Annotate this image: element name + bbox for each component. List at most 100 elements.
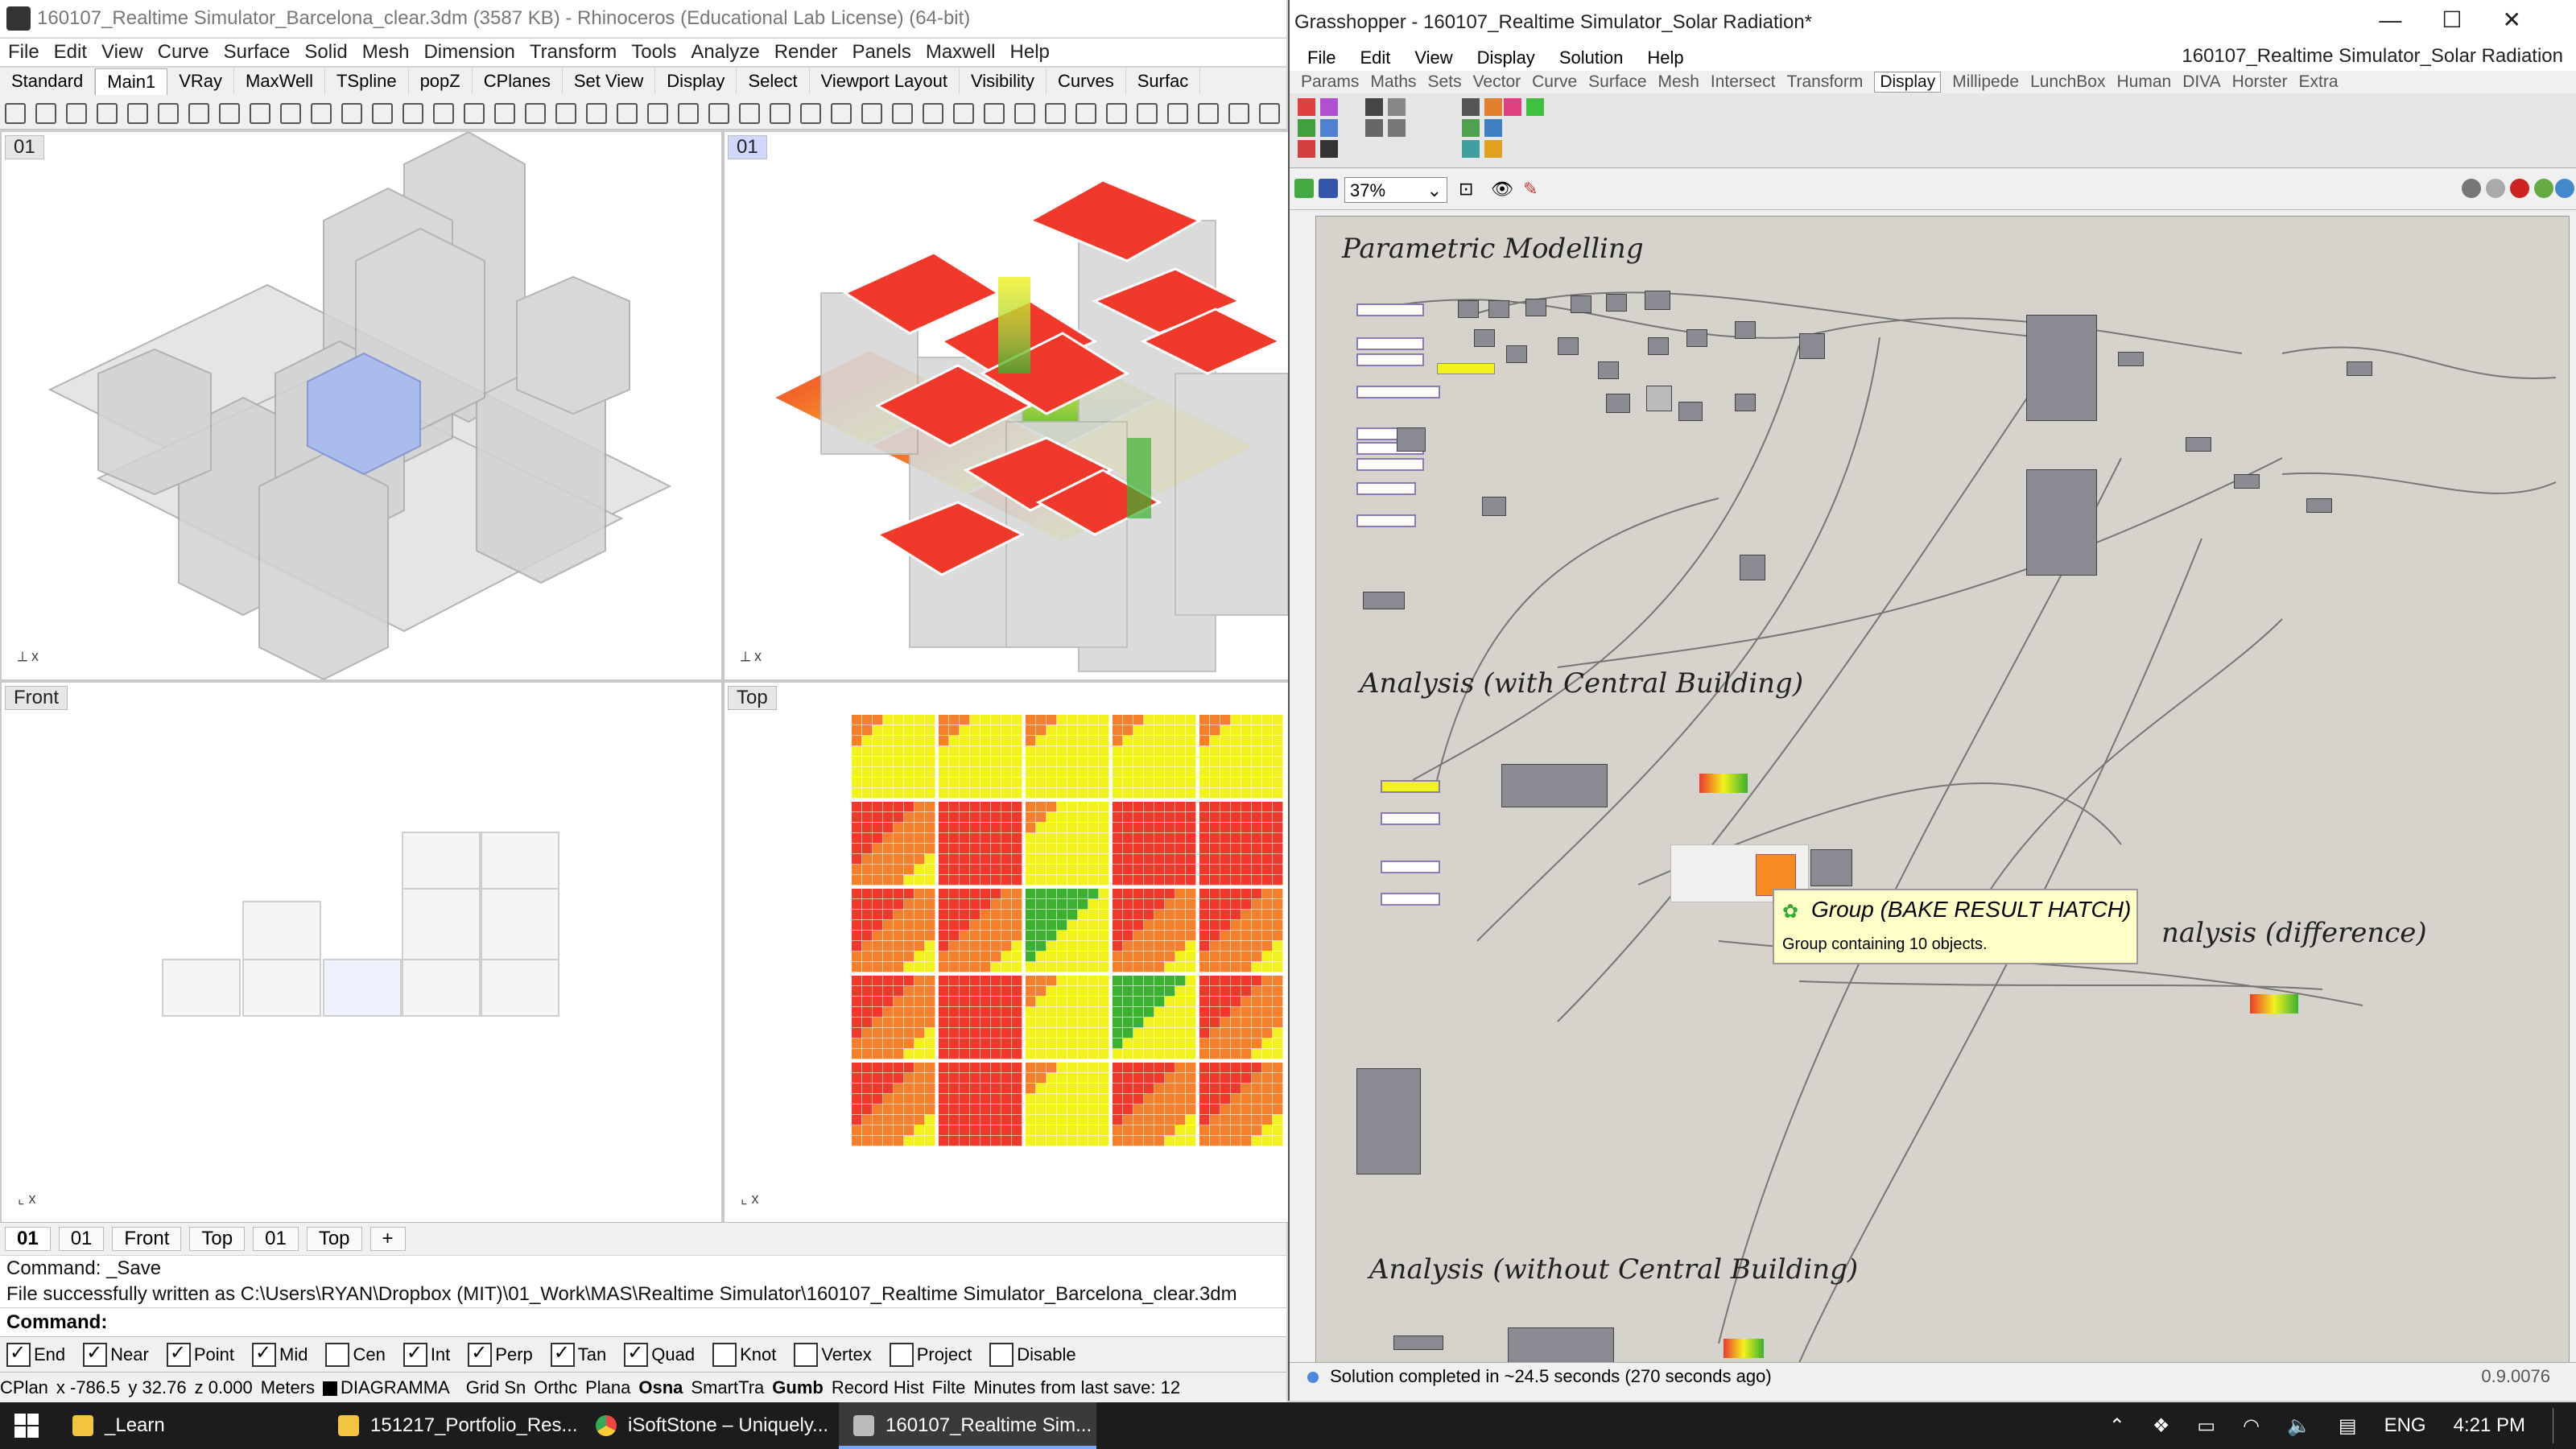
pie-icon[interactable]: [1484, 98, 1502, 116]
tab-surfaces[interactable]: Surfac: [1126, 68, 1201, 94]
ellipse-tool-icon[interactable]: [219, 103, 240, 124]
split-tool-icon[interactable]: [494, 103, 515, 124]
gh-tab-lunchbox[interactable]: LunchBox: [2030, 72, 2105, 92]
maximize-icon[interactable]: ☐: [2442, 7, 2502, 32]
preview-selected-icon[interactable]: [2510, 179, 2529, 198]
cylinder-tool-icon[interactable]: [311, 103, 332, 124]
gh-tab-mesh[interactable]: Mesh: [1658, 72, 1699, 92]
gh-tab-maths[interactable]: Maths: [1370, 72, 1416, 92]
gumball-tool-icon[interactable]: [1014, 103, 1035, 124]
gradient-legend[interactable]: [1724, 1339, 1764, 1358]
viewport-front[interactable]: Front ⌞ x: [0, 681, 723, 1224]
cloud-icon[interactable]: [1484, 140, 1502, 158]
menu-mesh[interactable]: Mesh: [362, 41, 410, 64]
gh-component-node[interactable]: [1506, 345, 1527, 363]
notification-icon[interactable]: ▤: [2339, 1414, 2357, 1438]
gh-menu-view[interactable]: View: [1414, 47, 1452, 68]
osnap-checkbox[interactable]: [325, 1343, 350, 1367]
graph-icon[interactable]: [1462, 98, 1480, 116]
gh-menu-display[interactable]: Display: [1477, 47, 1535, 68]
render-tool-icon[interactable]: [892, 103, 913, 124]
gh-component-node[interactable]: [1646, 386, 1672, 411]
save-file-icon[interactable]: [1319, 179, 1338, 198]
osnap-checkbox[interactable]: [794, 1343, 819, 1367]
close-icon[interactable]: ✕: [2503, 7, 2562, 32]
panel-component[interactable]: [1381, 780, 1440, 793]
status-filter[interactable]: Filte: [932, 1377, 966, 1398]
osnap-perp[interactable]: Perp: [461, 1341, 533, 1367]
clock[interactable]: 4:21 PM: [2454, 1414, 2525, 1437]
osnap-checkbox[interactable]: [624, 1341, 649, 1367]
osnap-cen[interactable]: Cen: [319, 1343, 386, 1367]
osnap-checkbox[interactable]: [83, 1341, 108, 1367]
fillet-tool-icon[interactable]: [433, 103, 454, 124]
dimension-icon[interactable]: [1365, 98, 1383, 116]
tab-maxwell[interactable]: MaxWell: [234, 68, 325, 94]
wifi-icon[interactable]: ◠: [2243, 1414, 2260, 1438]
gh-component-node[interactable]: [1740, 555, 1765, 580]
sketch-icon[interactable]: ✎: [1523, 179, 1538, 200]
tab-vray[interactable]: VRay: [167, 68, 235, 94]
gh-component-node[interactable]: [1606, 394, 1630, 413]
taskbar-item-learn[interactable]: _Learn: [58, 1402, 324, 1449]
diva-component[interactable]: [1508, 1327, 1614, 1363]
preview-quality-icon[interactable]: [2555, 179, 2574, 198]
gh-canvas[interactable]: Parametric Modelling Analysis (with Cent…: [1315, 216, 2570, 1364]
diva-component[interactable]: [1501, 764, 1608, 807]
gradient-legend[interactable]: [1699, 774, 1748, 793]
gh-component-node[interactable]: [2186, 437, 2211, 452]
tab-tspline[interactable]: TSpline: [325, 68, 409, 94]
slider-component[interactable]: [1356, 514, 1416, 527]
status-units[interactable]: Meters: [261, 1377, 315, 1398]
bake-component[interactable]: [1356, 1068, 1421, 1174]
menu-surface[interactable]: Surface: [224, 41, 291, 64]
gh-component-node[interactable]: [1393, 1335, 1443, 1350]
tab-cplanes[interactable]: CPlanes: [473, 68, 563, 94]
slider-component[interactable]: [1356, 458, 1424, 471]
bake-component[interactable]: [2026, 315, 2097, 421]
gh-component-node[interactable]: [1474, 329, 1495, 347]
slider-component[interactable]: [1356, 482, 1416, 495]
open-file-icon[interactable]: [1294, 179, 1314, 198]
menu-analyze[interactable]: Analyze: [691, 41, 759, 64]
menu-solid[interactable]: Solid: [304, 41, 347, 64]
menu-maxwell[interactable]: Maxwell: [926, 41, 996, 64]
gh-component-node[interactable]: [2306, 498, 2332, 513]
viewport-perspective-grey[interactable]: 01 ⟂ x: [0, 130, 723, 681]
rotate-tool-icon[interactable]: [647, 103, 668, 124]
select-tool-icon[interactable]: [5, 103, 26, 124]
gh-component-node[interactable]: [1678, 402, 1703, 421]
osnap-checkbox[interactable]: [252, 1341, 276, 1367]
slider-component[interactable]: [1356, 337, 1424, 350]
gh-menu-solution[interactable]: Solution: [1559, 47, 1624, 68]
gh-component-node[interactable]: [2347, 361, 2372, 376]
arc-tool-icon[interactable]: [158, 103, 179, 124]
boolean-tool-icon[interactable]: [402, 103, 423, 124]
menu-edit[interactable]: Edit: [54, 41, 87, 64]
command-prompt[interactable]: Command:: [0, 1307, 1286, 1336]
gh-component-node[interactable]: [2118, 352, 2144, 366]
gh-tab-surface[interactable]: Surface: [1588, 72, 1646, 92]
gh-menu-file[interactable]: File: [1307, 47, 1335, 68]
circle-tool-icon[interactable]: [127, 103, 148, 124]
scale-tool-icon[interactable]: [678, 103, 699, 124]
vector-display-icon[interactable]: [1388, 119, 1406, 137]
menu-curve[interactable]: Curve: [158, 41, 209, 64]
viewport-top[interactable]: Top ⌞ x: [723, 681, 1291, 1224]
history-tool-icon[interactable]: [1045, 103, 1066, 124]
gh-menu-edit[interactable]: Edit: [1360, 47, 1390, 68]
analyze-tool-icon[interactable]: [953, 103, 974, 124]
gh-component-node[interactable]: [1363, 592, 1405, 609]
status-smarttrack[interactable]: SmartTra: [691, 1377, 764, 1398]
point-tool-icon[interactable]: [35, 103, 56, 124]
viewport-tab[interactable]: Top: [306, 1227, 362, 1251]
osnap-checkbox[interactable]: [550, 1341, 575, 1367]
status-record-history[interactable]: Record Hist: [832, 1377, 924, 1398]
gh-tab-curve[interactable]: Curve: [1532, 72, 1577, 92]
show-desktop-button[interactable]: [2553, 1408, 2560, 1443]
gh-component-node[interactable]: [1598, 361, 1619, 379]
viewport-perspective-heat[interactable]: 01 ⟂ x: [723, 130, 1291, 681]
panel-component[interactable]: [1437, 363, 1495, 374]
zoom-extents-icon[interactable]: ⊡: [1459, 179, 1473, 200]
component-icon-group[interactable]: [1298, 98, 1544, 158]
